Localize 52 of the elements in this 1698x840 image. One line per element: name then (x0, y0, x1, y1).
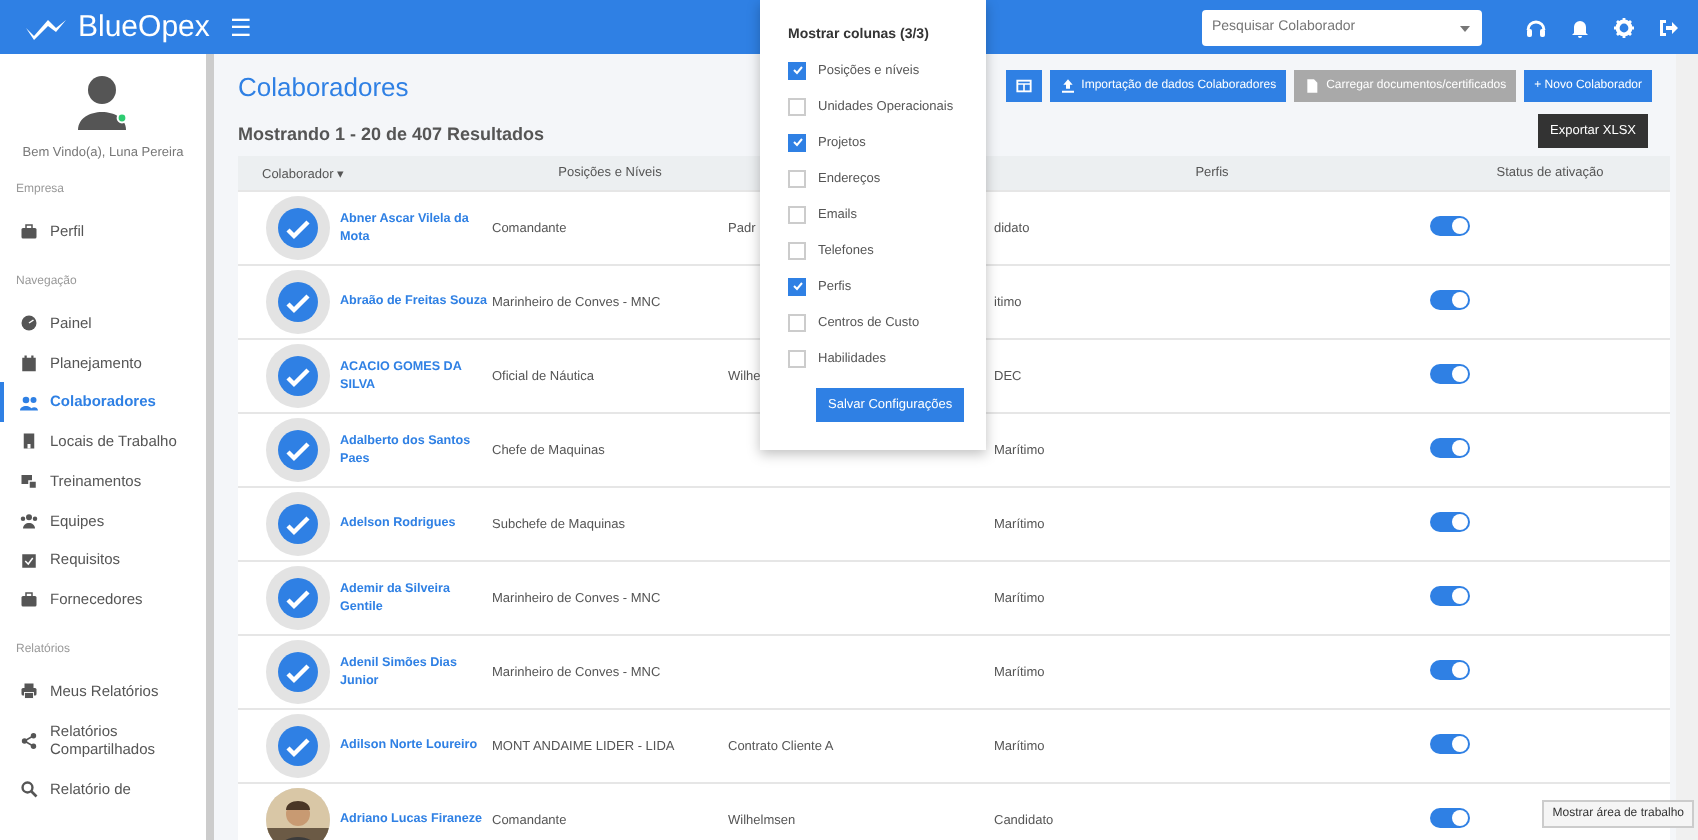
status-toggle[interactable] (1430, 512, 1470, 532)
badge-icon (278, 430, 318, 470)
checkbox[interactable] (788, 349, 806, 367)
upload-icon (1059, 78, 1076, 94)
checkbox[interactable] (788, 97, 806, 115)
briefcase-icon (20, 222, 38, 241)
badge-icon (278, 578, 318, 618)
calendar-icon (20, 353, 38, 372)
status-toggle[interactable] (1430, 216, 1470, 236)
results-count: Mostrando 1 - 20 de 407 Resultados (238, 124, 545, 144)
check-icon (20, 551, 38, 570)
users-icon (20, 393, 38, 412)
badge-icon (278, 208, 318, 248)
status-toggle[interactable] (1430, 438, 1470, 458)
badge-icon (278, 356, 318, 396)
training-icon (20, 472, 38, 491)
gauge-icon (20, 314, 38, 333)
document-icon (1304, 78, 1321, 94)
share-icon (20, 731, 38, 750)
building-icon (20, 432, 38, 451)
columns-icon (1015, 78, 1032, 94)
badge-icon (278, 726, 318, 766)
checkbox[interactable] (788, 313, 806, 331)
printer-icon (20, 682, 38, 701)
logo-icon (24, 15, 68, 39)
badge-icon (278, 652, 318, 692)
badge-icon (278, 282, 318, 322)
status-toggle[interactable] (1430, 808, 1470, 828)
status-toggle[interactable] (1430, 364, 1470, 384)
columns-button[interactable] (1005, 70, 1042, 102)
headset-icon[interactable] (1526, 17, 1546, 37)
checkbox[interactable] (788, 169, 806, 187)
logo: BlueOpex (78, 10, 210, 44)
status-toggle[interactable] (1430, 586, 1470, 606)
status-toggle[interactable] (1430, 734, 1470, 754)
checkbox[interactable] (788, 133, 806, 151)
briefcase-icon (20, 590, 38, 609)
settings-icon[interactable] (1614, 17, 1634, 37)
search-icon (20, 780, 38, 799)
bell-icon[interactable] (1570, 17, 1590, 37)
caret-icon (1460, 25, 1470, 31)
badge-icon (278, 504, 318, 544)
status-toggle[interactable] (1430, 290, 1470, 310)
menu-button[interactable]: ☰ (218, 13, 264, 41)
team-icon (20, 511, 38, 530)
checkbox[interactable] (788, 241, 806, 259)
checkbox[interactable] (788, 61, 806, 79)
checkbox[interactable] (788, 277, 806, 295)
checkbox[interactable] (788, 205, 806, 223)
user-avatar-icon (77, 74, 129, 130)
status-toggle[interactable] (1430, 660, 1470, 680)
logout-icon[interactable] (1658, 17, 1678, 37)
